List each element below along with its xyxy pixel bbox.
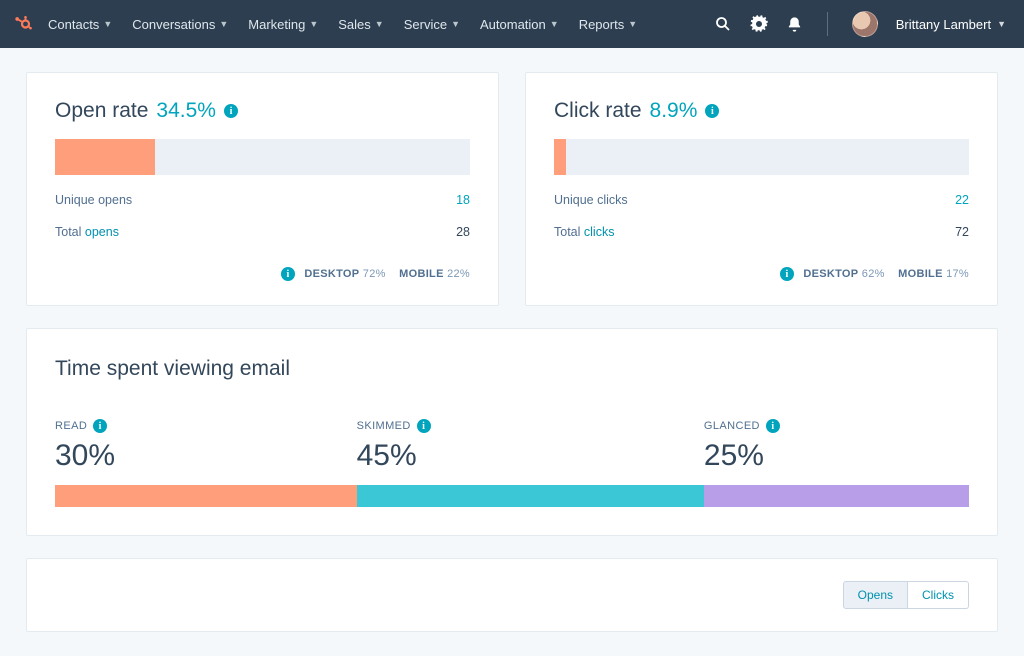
total-clicks-link[interactable]: clicks bbox=[584, 225, 615, 239]
nav-automation[interactable]: Automation▼ bbox=[480, 17, 559, 32]
opens-toggle-button[interactable]: Opens bbox=[843, 581, 908, 609]
opens-clicks-toggle: Opens Clicks bbox=[843, 581, 969, 609]
hubspot-logo-icon[interactable] bbox=[12, 13, 34, 35]
metric-row: Open rate 34.5% i Unique opens 18 Total … bbox=[26, 72, 998, 306]
glanced-col: GLANCEDi 25% bbox=[704, 419, 969, 473]
time-spent-title: Time spent viewing email bbox=[55, 357, 969, 381]
nav-contacts[interactable]: Contacts▼ bbox=[48, 17, 112, 32]
glance-segment bbox=[704, 485, 969, 507]
read-segment bbox=[55, 485, 357, 507]
info-icon[interactable]: i bbox=[224, 104, 238, 118]
nav-divider bbox=[827, 12, 828, 36]
open-rate-card: Open rate 34.5% i Unique opens 18 Total … bbox=[26, 72, 499, 306]
click-rate-card: Click rate 8.9% i Unique clicks 22 Total… bbox=[525, 72, 998, 306]
page-content: Open rate 34.5% i Unique opens 18 Total … bbox=[0, 48, 1024, 656]
bottom-card: Opens Clicks bbox=[26, 558, 998, 632]
open-rate-bar bbox=[55, 139, 470, 175]
top-nav: Contacts▼ Conversations▼ Marketing▼ Sale… bbox=[0, 0, 1024, 48]
skim-pct: 45% bbox=[357, 439, 704, 473]
read-col: READi 30% bbox=[55, 419, 357, 473]
time-spent-bar bbox=[55, 485, 969, 507]
bell-icon[interactable] bbox=[786, 16, 803, 33]
info-icon[interactable]: i bbox=[780, 267, 794, 281]
chevron-down-icon: ▼ bbox=[550, 19, 559, 29]
info-icon[interactable]: i bbox=[281, 267, 295, 281]
glance-pct: 25% bbox=[704, 439, 969, 473]
open-rate-bar-fill bbox=[55, 139, 155, 175]
time-spent-card: Time spent viewing email READi 30% SKIMM… bbox=[26, 328, 998, 536]
nav-items: Contacts▼ Conversations▼ Marketing▼ Sale… bbox=[48, 17, 637, 32]
time-spent-columns: READi 30% SKIMMEDi 45% GLANCEDi 25% bbox=[55, 419, 969, 473]
chevron-down-icon: ▼ bbox=[375, 19, 384, 29]
click-device-breakdown: i DESKTOP 62% MOBILE 17% bbox=[554, 267, 969, 281]
chevron-down-icon: ▼ bbox=[219, 19, 228, 29]
total-clicks-line: Total clicks 72 bbox=[554, 225, 969, 239]
unique-clicks-line: Unique clicks 22 bbox=[554, 193, 969, 207]
click-rate-pct: 8.9% bbox=[650, 99, 698, 123]
unique-opens-line: Unique opens 18 bbox=[55, 193, 470, 207]
read-pct: 30% bbox=[55, 439, 357, 473]
search-icon[interactable] bbox=[714, 15, 732, 33]
info-icon[interactable]: i bbox=[417, 419, 431, 433]
nav-service[interactable]: Service▼ bbox=[404, 17, 460, 32]
click-rate-title: Click rate 8.9% i bbox=[554, 99, 969, 123]
click-rate-bar bbox=[554, 139, 969, 175]
nav-marketing[interactable]: Marketing▼ bbox=[248, 17, 318, 32]
nav-right: Brittany Lambert ▼ bbox=[714, 11, 1006, 37]
gear-icon[interactable] bbox=[750, 15, 768, 33]
chevron-down-icon: ▼ bbox=[628, 19, 637, 29]
skimmed-col: SKIMMEDi 45% bbox=[357, 419, 704, 473]
total-opens-value: 28 bbox=[456, 225, 470, 239]
username-label: Brittany Lambert bbox=[896, 17, 991, 32]
info-icon[interactable]: i bbox=[93, 419, 107, 433]
open-device-breakdown: i DESKTOP 72% MOBILE 22% bbox=[55, 267, 470, 281]
total-clicks-value: 72 bbox=[955, 225, 969, 239]
open-rate-title: Open rate 34.5% i bbox=[55, 99, 470, 123]
user-menu[interactable]: Brittany Lambert ▼ bbox=[896, 17, 1006, 32]
chevron-down-icon: ▼ bbox=[451, 19, 460, 29]
open-rate-pct: 34.5% bbox=[156, 99, 216, 123]
nav-sales[interactable]: Sales▼ bbox=[338, 17, 383, 32]
nav-conversations[interactable]: Conversations▼ bbox=[132, 17, 228, 32]
unique-clicks-value: 22 bbox=[955, 193, 969, 207]
unique-opens-value: 18 bbox=[456, 193, 470, 207]
info-icon[interactable]: i bbox=[766, 419, 780, 433]
total-opens-line: Total opens 28 bbox=[55, 225, 470, 239]
nav-reports[interactable]: Reports▼ bbox=[579, 17, 637, 32]
info-icon[interactable]: i bbox=[705, 104, 719, 118]
chevron-down-icon: ▼ bbox=[309, 19, 318, 29]
skim-segment bbox=[357, 485, 704, 507]
avatar[interactable] bbox=[852, 11, 878, 37]
chevron-down-icon: ▼ bbox=[103, 19, 112, 29]
click-rate-bar-fill bbox=[554, 139, 566, 175]
chevron-down-icon: ▼ bbox=[997, 19, 1006, 29]
clicks-toggle-button[interactable]: Clicks bbox=[908, 581, 969, 609]
total-opens-link[interactable]: opens bbox=[85, 225, 119, 239]
